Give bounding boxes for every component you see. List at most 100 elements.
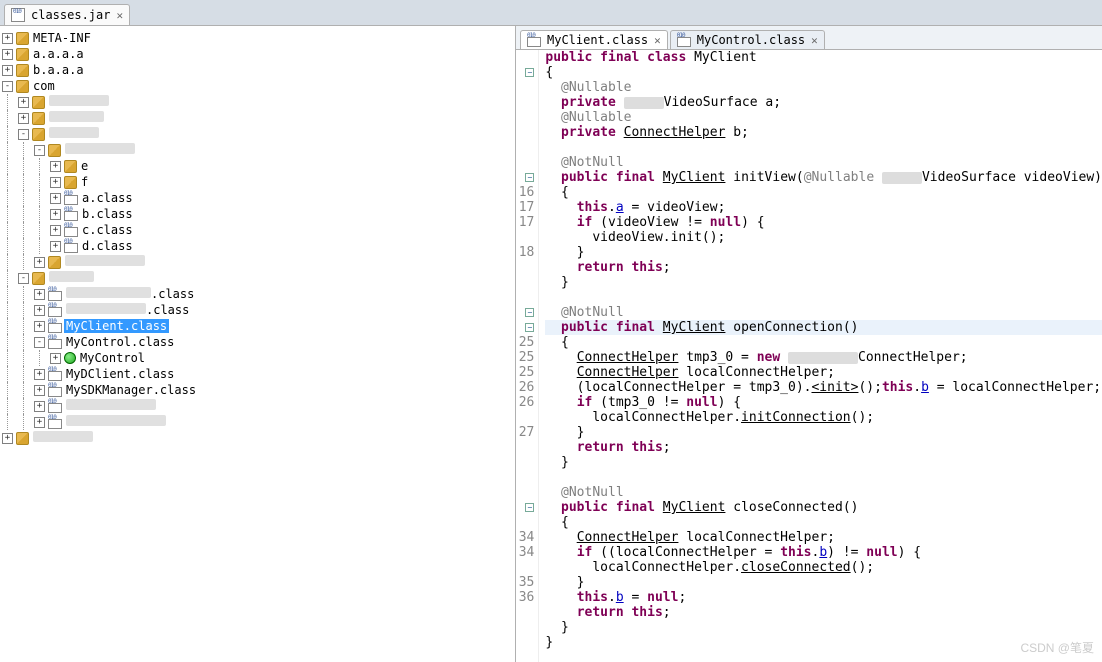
code-line[interactable]: { [545,185,1102,200]
code-line[interactable]: videoView.init(); [545,230,1102,245]
code-line[interactable]: ConnectHelper localConnectHelper; [545,365,1102,380]
code-line[interactable] [545,470,1102,485]
code-line[interactable]: } [545,425,1102,440]
expand-icon[interactable]: + [50,193,61,204]
top-tab-classes-jar[interactable]: classes.jar ✕ [4,4,130,25]
code-line[interactable]: localConnectHelper.initConnection(); [545,410,1102,425]
code-line[interactable]: @NotNull [545,305,1102,320]
tree-item[interactable]: +MySDKManager.class [0,382,515,398]
collapse-icon[interactable]: - [34,145,45,156]
code-line[interactable]: (localConnectHelper = tmp3_0).<init>();t… [545,380,1102,395]
code-editor[interactable]: −−16171718−−252525262627−34343536 public… [516,50,1102,662]
tree-item[interactable]: - [0,142,515,158]
code-line[interactable]: { [545,335,1102,350]
tree-item[interactable]: +f [0,174,515,190]
close-icon[interactable]: ✕ [811,34,818,47]
expand-icon[interactable]: + [34,385,45,396]
code-line[interactable]: } [545,455,1102,470]
expand-icon[interactable]: + [50,209,61,220]
tree-item[interactable]: +c.class [0,222,515,238]
expand-icon[interactable]: + [18,113,29,124]
expand-icon[interactable]: + [2,433,13,444]
expand-icon[interactable]: + [34,401,45,412]
tree-item[interactable]: + [0,398,515,414]
tree-item[interactable]: +a.class [0,190,515,206]
collapse-icon[interactable]: - [34,337,45,348]
code-line[interactable]: if (videoView != null) { [545,215,1102,230]
editor-tab[interactable]: MyControl.class✕ [670,30,825,49]
code-line[interactable] [545,290,1102,305]
expand-icon[interactable]: + [34,369,45,380]
tree-item[interactable]: - [0,270,515,286]
collapse-icon[interactable]: - [18,273,29,284]
tree-item[interactable]: +e [0,158,515,174]
code-line[interactable]: } [545,575,1102,590]
expand-icon[interactable]: + [50,161,61,172]
tree-item[interactable]: +.class [0,302,515,318]
code-line[interactable]: if (tmp3_0 != null) { [545,395,1102,410]
editor-tab[interactable]: MyClient.class✕ [520,30,668,49]
tree-item[interactable]: + [0,254,515,270]
package-explorer[interactable]: +META-INF+a.a.a.a+b.a.a.a-com++--+e+f+a.… [0,26,516,662]
code-line[interactable]: public final MyClient closeConnected() [545,500,1102,515]
expand-icon[interactable]: + [2,65,13,76]
code-line[interactable]: @NotNull [545,155,1102,170]
close-icon[interactable]: ✕ [654,34,661,47]
tree-item[interactable]: + [0,94,515,110]
tree-item[interactable]: +d.class [0,238,515,254]
expand-icon[interactable]: + [50,353,61,364]
code-line[interactable]: { [545,515,1102,530]
collapse-icon[interactable]: - [18,129,29,140]
code-line[interactable]: @Nullable [545,80,1102,95]
expand-icon[interactable]: + [18,97,29,108]
tree-item[interactable]: +META-INF [0,30,515,46]
code-line[interactable]: } [545,635,1102,650]
code-line[interactable]: public final MyClient initView(@Nullable… [545,170,1102,185]
code-line[interactable]: { [545,65,1102,80]
code-line[interactable]: return this; [545,260,1102,275]
code-line[interactable]: this.a = videoView; [545,200,1102,215]
code-line[interactable]: ConnectHelper tmp3_0 = new ConnectHelper… [545,350,1102,365]
tree-item[interactable]: +MyClient.class [0,318,515,334]
tree-item[interactable]: +MyControl [0,350,515,366]
tree-item[interactable]: +b.class [0,206,515,222]
fold-icon[interactable]: − [525,68,534,77]
expand-icon[interactable]: + [34,417,45,428]
expand-icon[interactable]: + [2,49,13,60]
fold-icon[interactable]: − [525,323,534,332]
expand-icon[interactable]: + [34,305,45,316]
expand-icon[interactable]: + [34,257,45,268]
collapse-icon[interactable]: - [2,81,13,92]
tree-item[interactable]: -MyControl.class [0,334,515,350]
tree-item[interactable]: +.class [0,286,515,302]
fold-icon[interactable]: − [525,308,534,317]
code-line[interactable]: } [545,245,1102,260]
code-line[interactable]: } [545,620,1102,635]
code-line[interactable]: localConnectHelper.closeConnected(); [545,560,1102,575]
code-area[interactable]: public final class MyClient{ @Nullable p… [539,50,1102,662]
fold-icon[interactable]: − [525,503,534,512]
code-line[interactable]: this.b = null; [545,590,1102,605]
expand-icon[interactable]: + [2,33,13,44]
code-line[interactable]: @Nullable [545,110,1102,125]
fold-icon[interactable]: − [525,173,534,182]
code-line[interactable]: return this; [545,440,1102,455]
expand-icon[interactable]: + [50,225,61,236]
close-icon[interactable]: ✕ [116,9,123,22]
tree-item[interactable]: +b.a.a.a [0,62,515,78]
code-line[interactable]: return this; [545,605,1102,620]
tree-item[interactable]: +a.a.a.a [0,46,515,62]
code-line[interactable]: private ConnectHelper b; [545,125,1102,140]
expand-icon[interactable]: + [34,289,45,300]
tree-item[interactable]: -com [0,78,515,94]
code-line[interactable]: public final class MyClient [545,50,1102,65]
code-line[interactable]: @NotNull [545,485,1102,500]
code-line[interactable] [545,140,1102,155]
code-line[interactable]: private VideoSurface a; [545,95,1102,110]
expand-icon[interactable]: + [50,177,61,188]
tree-item[interactable]: +MyDClient.class [0,366,515,382]
code-line[interactable]: if ((localConnectHelper = this.b) != nul… [545,545,1102,560]
expand-icon[interactable]: + [50,241,61,252]
expand-icon[interactable]: + [34,321,45,332]
tree-item[interactable]: + [0,110,515,126]
